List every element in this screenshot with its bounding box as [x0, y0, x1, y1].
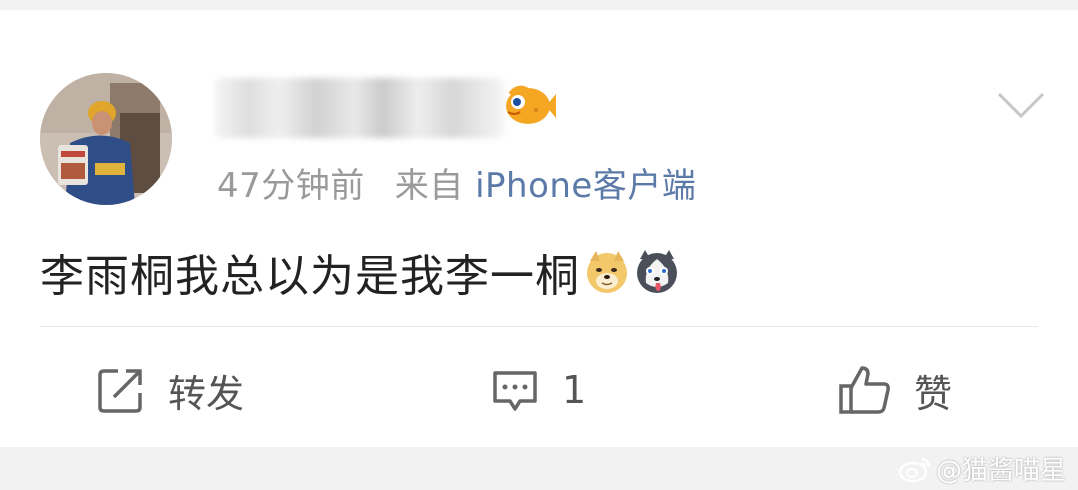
- like-button[interactable]: 赞: [838, 360, 952, 420]
- post-time: 47分钟前: [217, 166, 365, 206]
- weibo-logo-icon: [898, 457, 931, 482]
- doge-emoji-icon: [587, 251, 627, 293]
- post-from-label: 来自: [394, 166, 464, 206]
- husky-emoji-icon: [637, 250, 677, 293]
- username-blurred[interactable]: [215, 78, 505, 138]
- like-icon: [839, 366, 890, 414]
- fish-badge-icon: [506, 85, 556, 124]
- repost-button[interactable]: 转发: [96, 360, 244, 420]
- post-text: 李雨桐我总以为是我李一桐: [40, 251, 580, 302]
- repost-icon: [98, 369, 142, 413]
- weibo-post-card: 47分钟前 来自 iPhone客户端 李雨桐我总以为是我李一桐 转发 1 赞: [0, 10, 1078, 447]
- like-label: 赞: [914, 371, 953, 416]
- post-meta: 47分钟前 来自 iPhone客户端: [217, 158, 696, 207]
- chevron-down-icon[interactable]: [997, 90, 1045, 120]
- comment-icon: [493, 371, 537, 411]
- watermark: @猫酱喵星: [898, 450, 1066, 487]
- divider: [40, 326, 1038, 327]
- watermark-text: @猫酱喵星: [935, 456, 1066, 486]
- avatar[interactable]: [40, 73, 172, 205]
- repost-label: 转发: [168, 371, 245, 416]
- post-source-link[interactable]: iPhone客户端: [475, 166, 696, 206]
- comment-count: 1: [562, 368, 587, 412]
- post-content: 李雨桐我总以为是我李一桐: [40, 240, 680, 304]
- comment-button[interactable]: 1: [490, 360, 586, 420]
